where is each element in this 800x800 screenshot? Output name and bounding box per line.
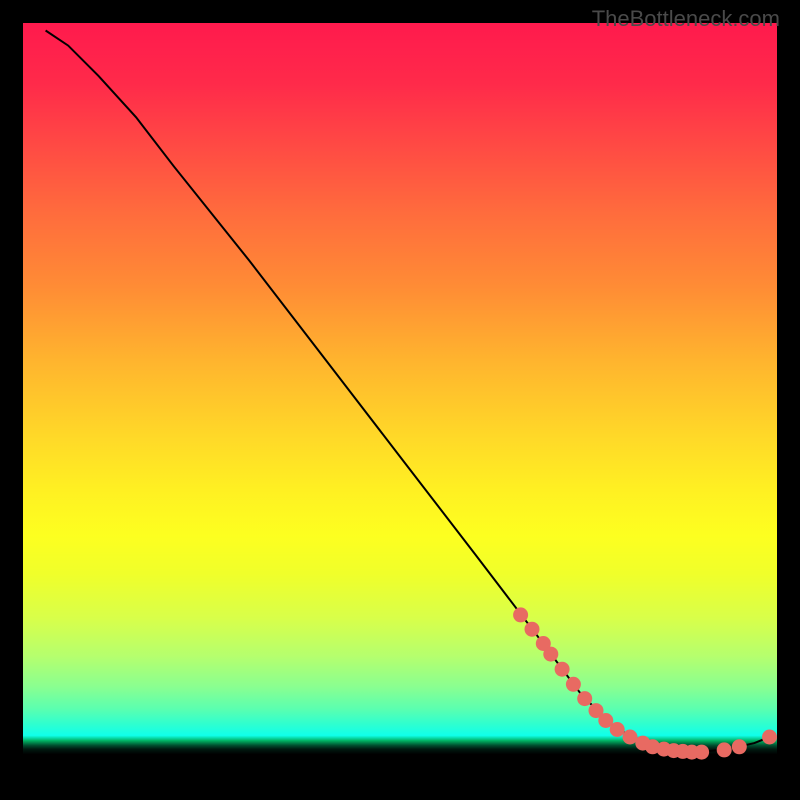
chart-curve-line bbox=[46, 31, 770, 753]
chart-marker bbox=[513, 607, 528, 622]
chart-marker bbox=[694, 745, 709, 760]
chart-marker bbox=[555, 662, 570, 677]
chart-plot-area bbox=[23, 23, 777, 777]
watermark-text: TheBottleneck.com bbox=[592, 6, 780, 32]
chart-marker bbox=[732, 739, 747, 754]
chart-marker bbox=[566, 677, 581, 692]
chart-marker bbox=[762, 730, 777, 745]
chart-marker bbox=[577, 691, 592, 706]
chart-marker bbox=[525, 622, 540, 637]
chart-marker bbox=[610, 722, 625, 737]
chart-marker bbox=[623, 730, 638, 745]
chart-markers-group bbox=[513, 607, 777, 759]
chart-marker bbox=[543, 647, 558, 662]
chart-svg bbox=[23, 23, 777, 777]
chart-marker bbox=[717, 742, 732, 757]
